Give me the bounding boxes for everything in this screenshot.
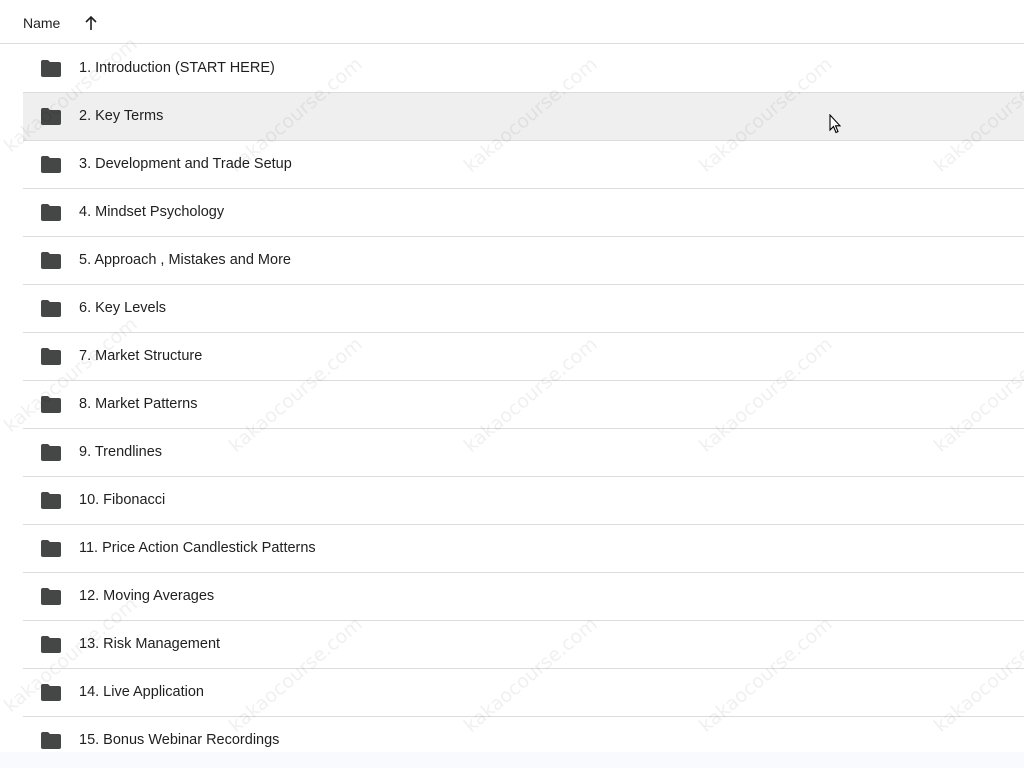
folder-name: 4. Mindset Psychology (79, 204, 225, 220)
list-header: Name (0, 0, 1024, 44)
folder-icon (41, 252, 61, 269)
folder-icon (41, 492, 61, 509)
folder-icon (41, 204, 61, 221)
name-column-label: Name (23, 15, 61, 31)
folder-row[interactable]: 11. Price Action Candlestick Patterns (23, 525, 1024, 573)
folder-icon (41, 348, 61, 365)
folder-icon (41, 732, 61, 749)
folder-row[interactable]: 9. Trendlines (23, 429, 1024, 477)
folder-icon (41, 396, 61, 413)
folder-name: 14. Live Application (79, 684, 204, 700)
folder-name: 7. Market Structure (79, 348, 203, 364)
folder-icon (41, 588, 61, 605)
folder-icon (41, 156, 61, 173)
folder-icon (41, 300, 61, 317)
folder-list: 1. Introduction (START HERE) 2. Key Terms… (23, 45, 1024, 765)
folder-row[interactable]: 6. Key Levels (23, 285, 1024, 333)
folder-icon (41, 684, 61, 701)
folder-row[interactable]: 10. Fibonacci (23, 477, 1024, 525)
folder-row[interactable]: 14. Live Application (23, 669, 1024, 717)
folder-name: 3. Development and Trade Setup (79, 156, 292, 172)
folder-row[interactable]: 4. Mindset Psychology (23, 189, 1024, 237)
folder-row[interactable]: 13. Risk Management (23, 621, 1024, 669)
folder-name: 8. Market Patterns (79, 396, 198, 412)
folder-name: 2. Key Terms (79, 108, 164, 124)
folder-row[interactable]: 1. Introduction (START HERE) (23, 45, 1024, 93)
folder-row[interactable]: 3. Development and Trade Setup (23, 141, 1024, 189)
folder-row[interactable]: 2. Key Terms (23, 93, 1024, 141)
folder-name: 15. Bonus Webinar Recordings (79, 732, 280, 748)
folder-icon (41, 108, 61, 125)
arrow-up-icon[interactable] (83, 14, 99, 32)
folder-name: 5. Approach , Mistakes and More (79, 252, 291, 268)
folder-name: 10. Fibonacci (79, 492, 166, 508)
folder-name: 13. Risk Management (79, 636, 221, 652)
folder-icon (41, 60, 61, 77)
folder-row[interactable]: 5. Approach , Mistakes and More (23, 237, 1024, 285)
folder-icon (41, 636, 61, 653)
folder-row[interactable]: 12. Moving Averages (23, 573, 1024, 621)
folder-name: 6. Key Levels (79, 300, 167, 316)
folder-name: 12. Moving Averages (79, 588, 215, 604)
folder-name: 11. Price Action Candlestick Patterns (79, 540, 316, 556)
bottom-strip (0, 752, 1024, 768)
folder-name: 1. Introduction (START HERE) (79, 60, 275, 76)
folder-row[interactable]: 8. Market Patterns (23, 381, 1024, 429)
folder-name: 9. Trendlines (79, 444, 163, 460)
folder-icon (41, 444, 61, 461)
folder-row[interactable]: 7. Market Structure (23, 333, 1024, 381)
name-column-header[interactable]: Name (23, 15, 60, 31)
folder-icon (41, 540, 61, 557)
